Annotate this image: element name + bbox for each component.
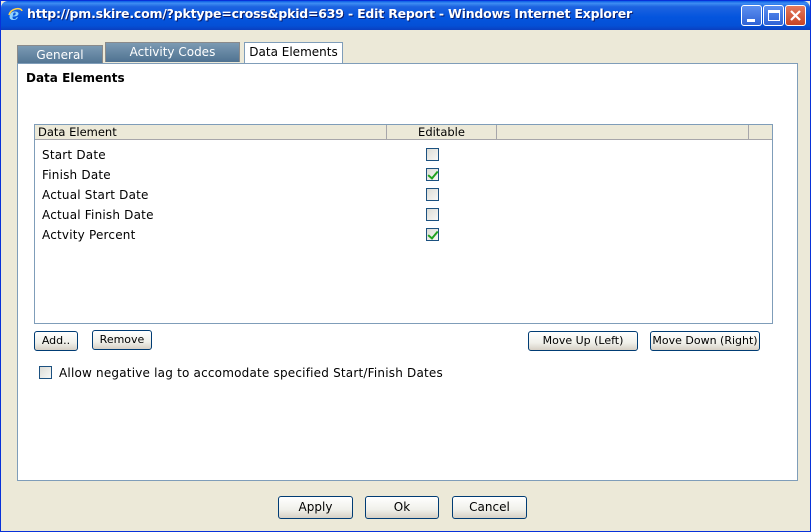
ie-icon: e — [8, 6, 23, 23]
edit-report-window: e http://pm.skire.com/?pktype=cross&pkid… — [0, 0, 811, 532]
move-up-button[interactable]: Move Up (Left) — [528, 331, 638, 351]
move-down-button[interactable]: Move Down (Right) — [650, 331, 760, 351]
negative-lag-checkbox[interactable] — [39, 366, 52, 379]
row-label: Start Date — [42, 148, 106, 162]
column-header-data-element[interactable]: Data Element — [35, 125, 387, 140]
row-label: Actvity Percent — [42, 228, 136, 242]
editable-checkbox[interactable] — [426, 228, 439, 241]
minimize-button[interactable] — [741, 5, 762, 26]
editable-checkbox[interactable] — [426, 188, 439, 201]
tab-general[interactable]: General — [17, 45, 103, 65]
editable-checkbox[interactable] — [426, 208, 439, 221]
add-button[interactable]: Add.. — [34, 331, 78, 351]
table-row[interactable]: Actual Start Date — [35, 185, 772, 205]
column-header-blank — [497, 125, 749, 140]
maximize-icon — [768, 10, 780, 21]
close-icon — [790, 10, 801, 21]
column-header-end — [749, 125, 772, 140]
remove-button[interactable]: Remove — [92, 330, 152, 350]
table-row[interactable]: Actual Finish Date — [35, 205, 772, 225]
editable-checkbox[interactable] — [426, 148, 439, 161]
maximize-button[interactable] — [763, 5, 784, 26]
data-elements-grid: Data Element Editable Start Date Finish … — [34, 124, 773, 324]
table-row[interactable]: Actvity Percent — [35, 225, 772, 245]
row-label: Finish Date — [42, 168, 111, 182]
table-row[interactable]: Start Date — [35, 145, 772, 165]
tab-activity-codes[interactable]: Activity Codes — [105, 42, 240, 62]
row-label: Actual Start Date — [42, 188, 149, 202]
table-row[interactable]: Finish Date — [35, 165, 772, 185]
negative-lag-label[interactable]: Allow negative lag to accomodate specifi… — [59, 366, 443, 380]
window-title: http://pm.skire.com/?pktype=cross&pkid=6… — [27, 6, 633, 21]
row-label: Actual Finish Date — [42, 208, 154, 222]
data-elements-panel: Data Elements Data Element Editable Star… — [17, 63, 798, 481]
panel-title: Data Elements — [26, 71, 125, 85]
grid-header: Data Element Editable — [35, 125, 772, 140]
cancel-button[interactable]: Cancel — [452, 496, 527, 519]
ok-button[interactable]: Ok — [365, 496, 439, 519]
tab-data-elements[interactable]: Data Elements — [244, 42, 343, 63]
column-header-editable[interactable]: Editable — [387, 125, 497, 140]
minimize-icon — [747, 19, 755, 22]
editable-checkbox[interactable] — [426, 168, 439, 181]
title-bar[interactable]: e http://pm.skire.com/?pktype=cross&pkid… — [1, 1, 810, 30]
close-button[interactable] — [785, 5, 806, 26]
apply-button[interactable]: Apply — [278, 496, 353, 519]
